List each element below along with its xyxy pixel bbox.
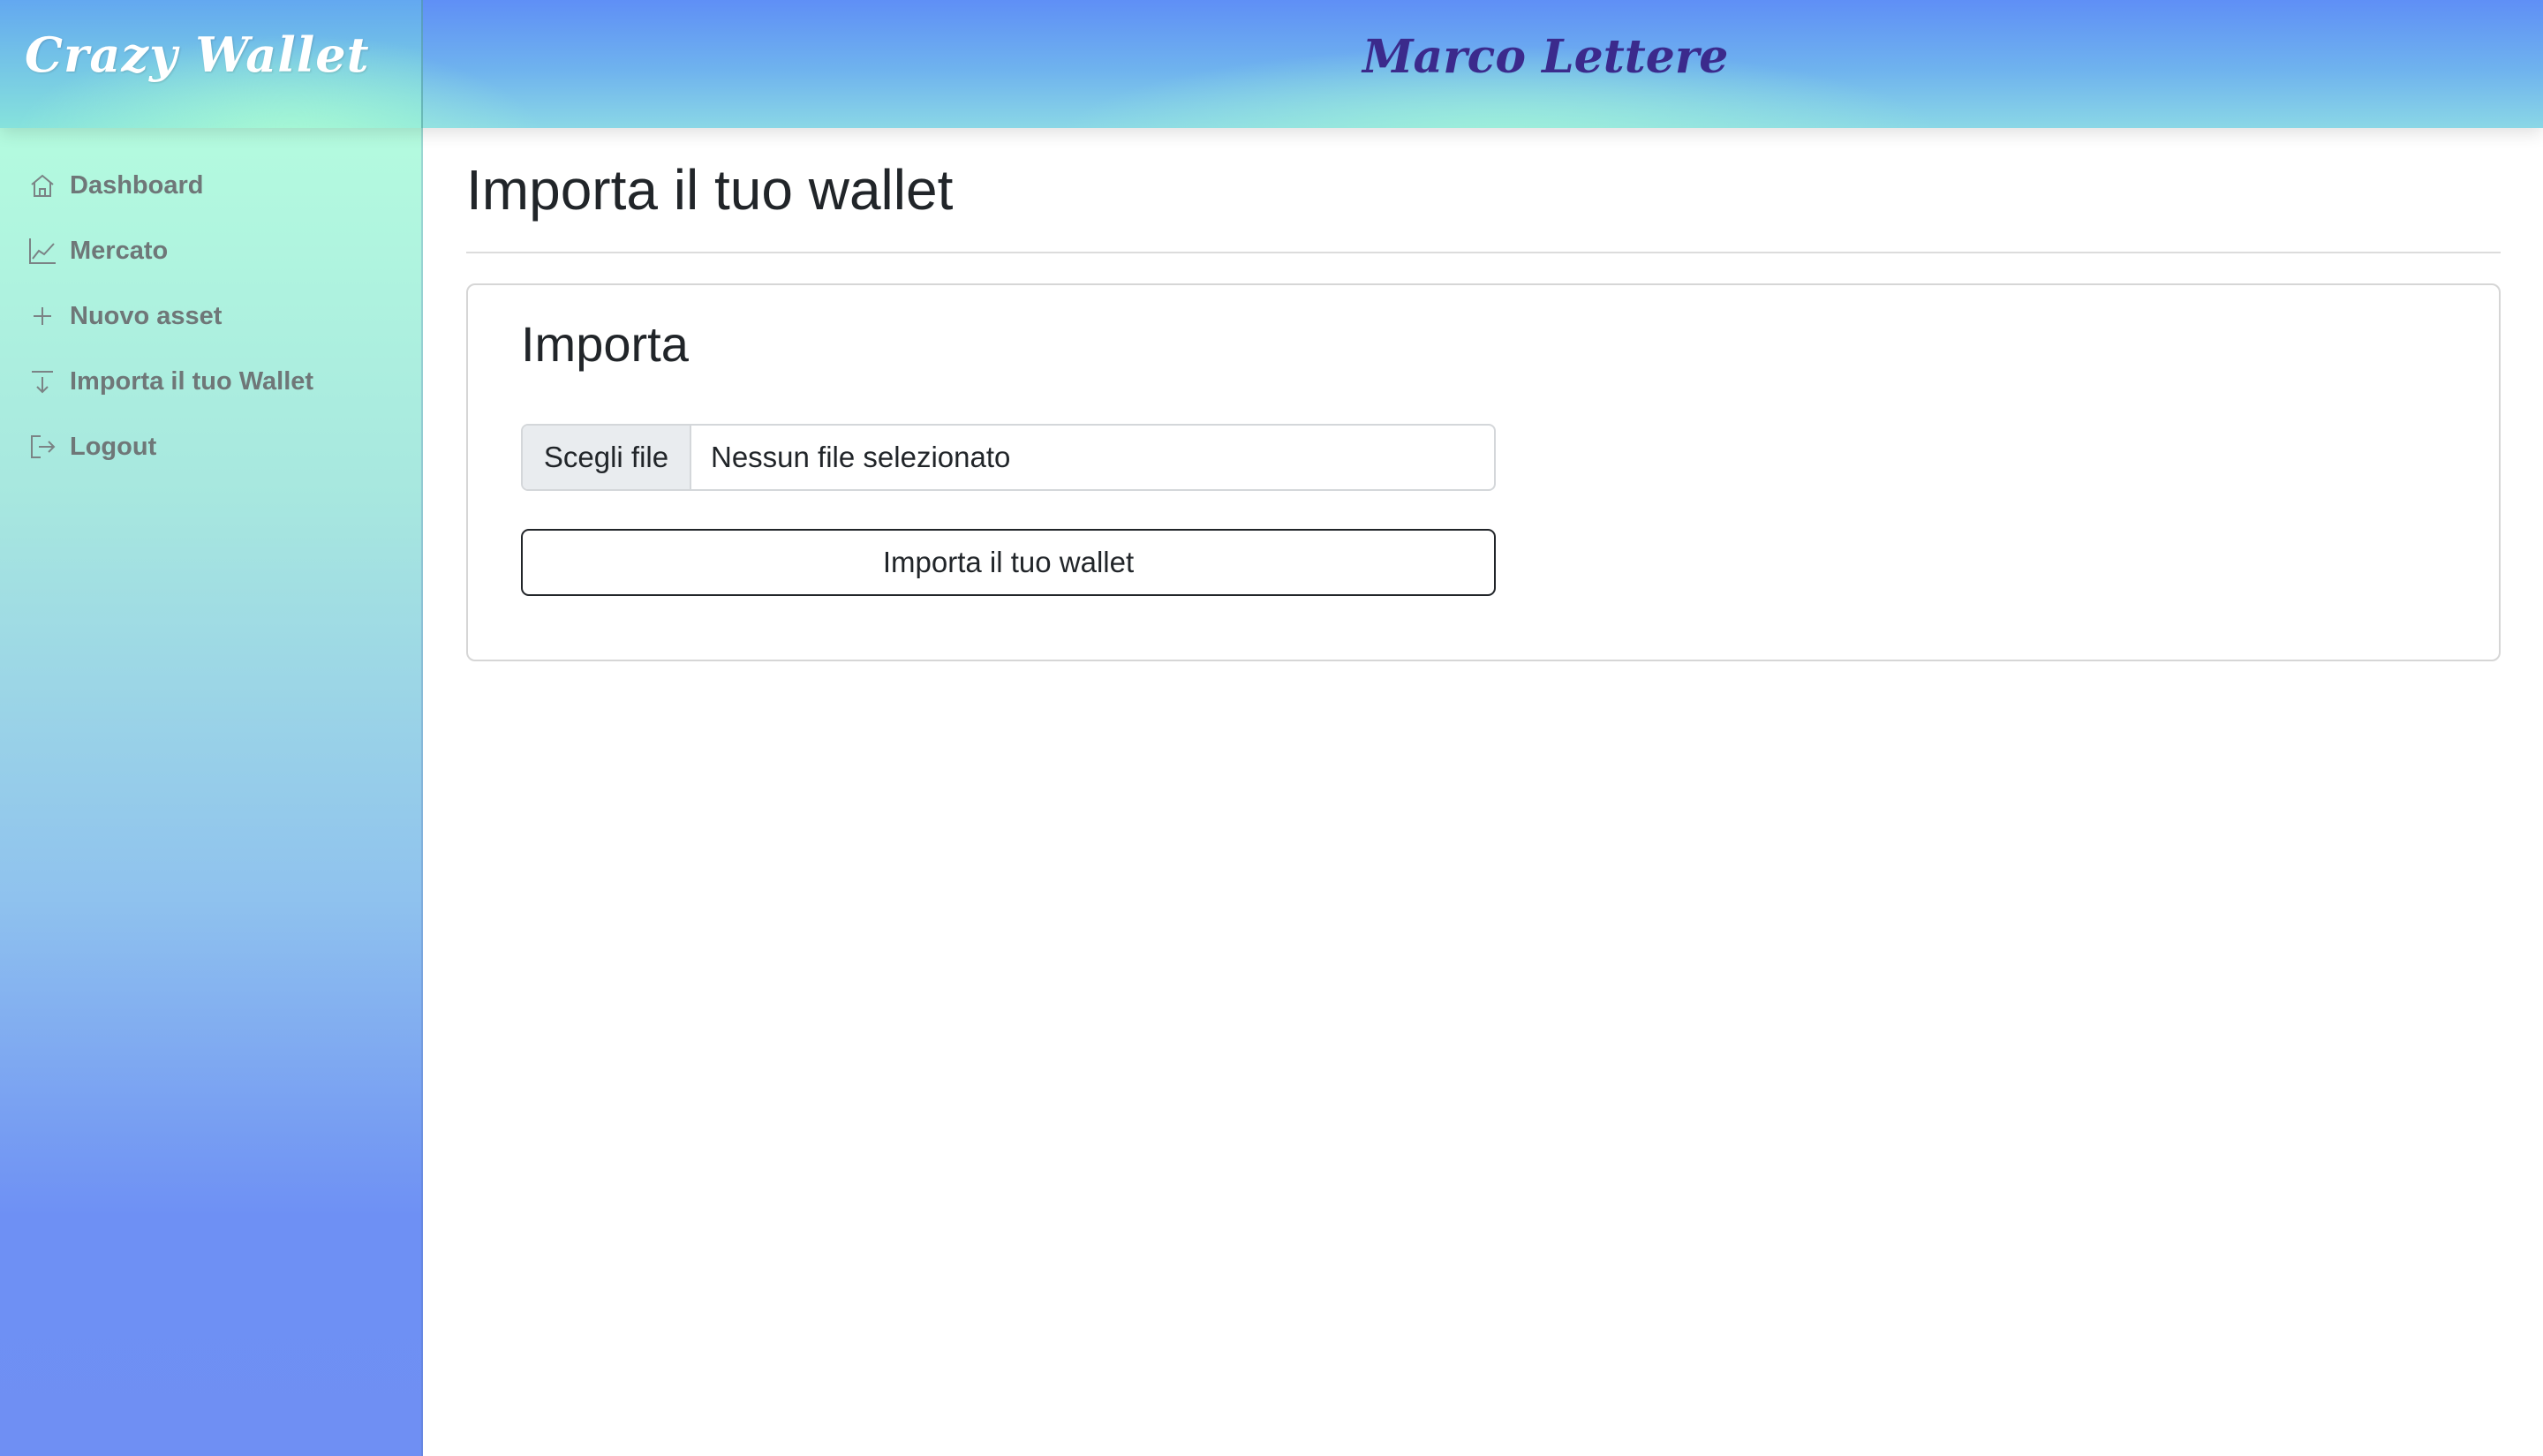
- sidebar-item-importa-wallet[interactable]: Importa il tuo Wallet: [25, 355, 396, 408]
- top-header: Crazy Wallet Marco Lettere: [0, 0, 2543, 128]
- page-title: Importa il tuo wallet: [466, 158, 954, 222]
- sidebar-item-dashboard[interactable]: Dashboard: [25, 159, 396, 212]
- sidebar-item-mercato[interactable]: Mercato: [25, 224, 396, 277]
- chart-line-icon: [25, 233, 60, 268]
- sidebar: Dashboard Mercato Nuovo asset Importa il…: [0, 128, 423, 1456]
- sidebar-item-label: Mercato: [70, 236, 169, 265]
- choose-file-button[interactable]: Scegli file: [523, 426, 691, 489]
- import-download-icon: [25, 364, 60, 399]
- import-card: Importa Scegli file Nessun file selezion…: [466, 283, 2501, 661]
- sidebar-item-label: Dashboard: [70, 170, 204, 200]
- sidebar-item-label: Importa il tuo Wallet: [70, 366, 314, 396]
- file-status-text: Nessun file selezionato: [711, 441, 1011, 473]
- sidebar-item-label: Logout: [70, 432, 157, 461]
- import-wallet-button[interactable]: Importa il tuo wallet: [521, 529, 1496, 596]
- brand-logo[interactable]: Crazy Wallet: [25, 26, 370, 83]
- brand-area: Crazy Wallet: [0, 0, 423, 128]
- file-input[interactable]: Scegli file Nessun file selezionato: [521, 424, 1496, 491]
- logout-icon: [25, 429, 60, 464]
- sidebar-item-logout[interactable]: Logout: [25, 420, 396, 473]
- plus-icon: [25, 298, 60, 334]
- sidebar-item-nuovo-asset[interactable]: Nuovo asset: [25, 290, 396, 343]
- user-name: Marco Lettere: [1362, 30, 1729, 84]
- title-divider: [466, 252, 2501, 253]
- sidebar-item-label: Nuovo asset: [70, 301, 223, 330]
- card-title: Importa: [521, 316, 689, 372]
- home-icon: [25, 168, 60, 203]
